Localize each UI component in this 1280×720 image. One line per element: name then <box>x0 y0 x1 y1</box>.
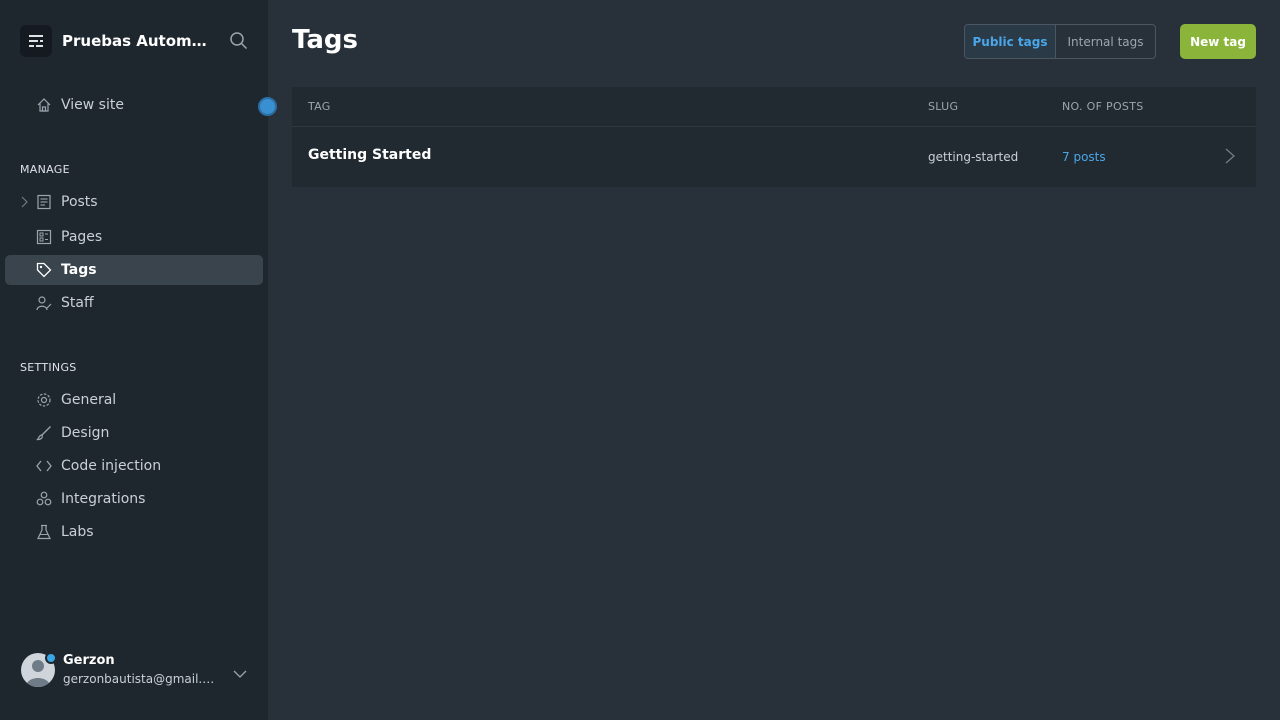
code-icon <box>36 458 52 474</box>
brand[interactable]: Pruebas Automatización <box>20 25 212 57</box>
sidebar-item-label: Staff <box>61 295 94 311</box>
new-tag-button[interactable]: New tag <box>1180 24 1256 59</box>
sidebar-item-label: View site <box>61 97 124 113</box>
chevron-down-icon[interactable] <box>233 664 247 678</box>
sidebar-item-label: Integrations <box>61 491 146 507</box>
gear-icon <box>36 392 52 408</box>
search-icon[interactable] <box>229 31 249 51</box>
sidebar-item-integrations[interactable]: Integrations <box>5 484 263 514</box>
sidebar-item-label: Tags <box>61 262 97 278</box>
notification-dot[interactable] <box>258 97 277 116</box>
settings-section-label: SETTINGS <box>20 361 77 374</box>
posts-icon <box>36 194 52 210</box>
tag-posts-link[interactable]: 7 posts <box>1062 150 1106 164</box>
user-name: Gerzon <box>63 653 115 668</box>
sidebar-item-posts[interactable]: Posts <box>5 187 263 217</box>
tag-type-filter: Public tags Internal tags <box>964 24 1156 59</box>
sidebar-item-label: Pages <box>61 229 103 245</box>
home-icon <box>36 97 52 113</box>
page-title: Tags <box>292 25 359 55</box>
sidebar-item-label: Design <box>61 425 110 441</box>
sidebar-item-design[interactable]: Design <box>5 418 263 448</box>
sidebar-item-tags[interactable]: Tags <box>5 255 263 285</box>
internal-tags-button[interactable]: Internal tags <box>1056 25 1155 58</box>
brush-icon <box>36 425 52 441</box>
column-header-tag: TAG <box>308 100 331 113</box>
manage-section-label: MANAGE <box>20 163 70 176</box>
status-badge <box>45 652 57 664</box>
column-header-posts: NO. OF POSTS <box>1062 100 1144 113</box>
sidebar-item-label: General <box>61 392 117 408</box>
tags-table: TAG SLUG NO. OF POSTS Getting Started ge… <box>292 87 1256 187</box>
sidebar-item-label: Code injection <box>61 458 162 474</box>
sidebar: Pruebas Automatización View site MANAGE <box>0 0 277 720</box>
public-tags-button[interactable]: Public tags <box>965 25 1056 58</box>
column-header-slug: SLUG <box>928 100 959 113</box>
sidebar-item-staff[interactable]: Staff <box>5 288 263 318</box>
staff-icon <box>36 295 52 311</box>
chevron-right-icon[interactable] <box>19 195 29 209</box>
sidebar-item-pages[interactable]: Pages <box>5 222 263 252</box>
site-title: Pruebas Automatización <box>62 32 212 50</box>
integrations-icon <box>36 491 52 507</box>
sidebar-item-labs[interactable]: Labs <box>5 517 263 547</box>
tag-name: Getting Started <box>308 147 432 163</box>
chevron-right-icon <box>1224 147 1236 165</box>
sidebar-item-general[interactable]: General <box>5 385 263 415</box>
sidebar-item-code-injection[interactable]: Code injection <box>5 451 263 481</box>
user-email: gerzonbautista@gmail.com <box>63 672 219 686</box>
sidebar-item-label: Labs <box>61 524 94 540</box>
tag-icon <box>36 262 52 278</box>
flask-icon <box>36 524 52 540</box>
tag-slug: getting-started <box>928 150 1019 164</box>
sidebar-item-label: Posts <box>61 194 98 210</box>
pages-icon <box>36 229 52 245</box>
site-logo-icon <box>20 25 52 57</box>
user-menu[interactable]: Gerzon gerzonbautista@gmail.com <box>20 650 256 692</box>
sidebar-item-view-site[interactable]: View site <box>5 90 263 120</box>
table-row[interactable]: Getting Started getting-started 7 posts <box>292 127 1256 187</box>
